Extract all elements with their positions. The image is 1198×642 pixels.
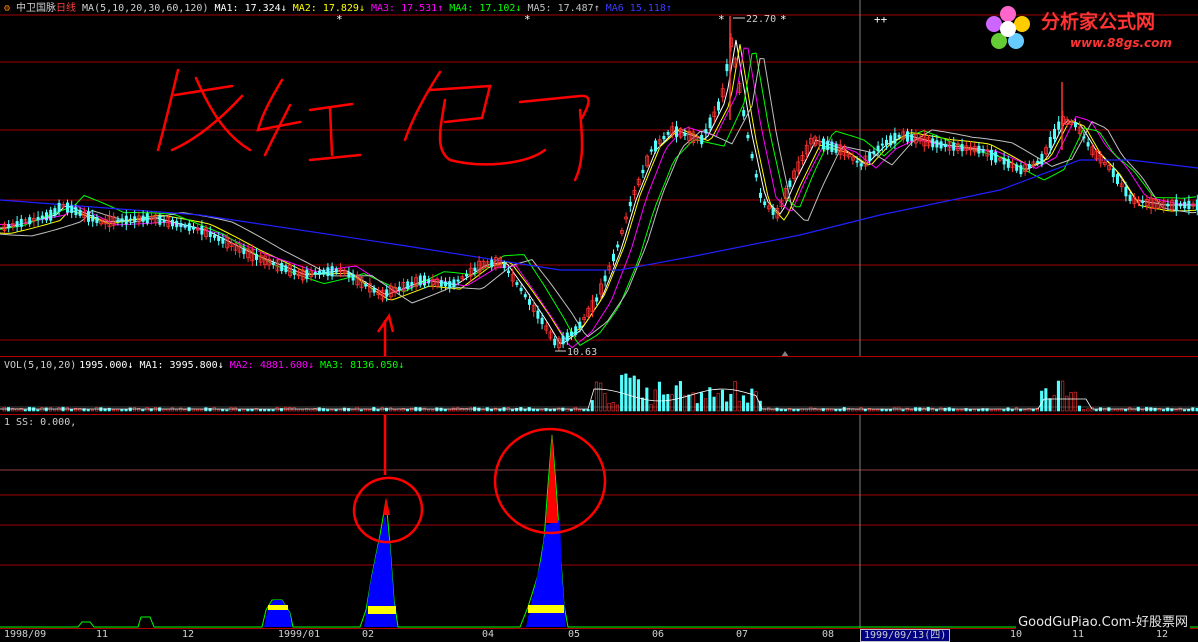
- indicator-chart[interactable]: [0, 415, 1198, 629]
- date-tick: 11: [96, 629, 109, 640]
- logo-title: 分析家公式网: [1041, 10, 1155, 33]
- handwritten-annotation: [156, 68, 590, 182]
- logo-url: www.88gs.com: [1070, 36, 1172, 50]
- low-price-label: 10.63: [567, 347, 597, 356]
- indicator-panel[interactable]: 1 SS: 0.000,: [0, 414, 1198, 629]
- flower-logo-icon: 分析家公式网 www.88gs.com: [986, 6, 1172, 50]
- date-tick: 06: [652, 629, 665, 640]
- date-tick: 07: [736, 629, 749, 640]
- date-tick: 12: [1156, 629, 1169, 640]
- site-logo: 分析家公式网 www.88gs.com: [986, 4, 1192, 56]
- volume-chart[interactable]: [0, 357, 1198, 415]
- date-tick: 10: [1010, 629, 1023, 640]
- high-price-label: 22.70: [746, 14, 776, 25]
- date-tick: 02: [362, 629, 375, 640]
- event-marker[interactable]: *: [718, 13, 725, 26]
- ma-line: [0, 57, 1197, 338]
- date-tick: 12: [182, 629, 195, 640]
- date-tick: 1999/01: [278, 629, 321, 640]
- date-tick: 08: [822, 629, 835, 640]
- volume-panel[interactable]: VOL(5,10,20) 1995.000↓ MA1: 3995.800↓ MA2: …: [0, 356, 1198, 415]
- event-marker[interactable]: ++: [874, 13, 888, 26]
- watermark: GoodGuPiao.Com-好股票网: [1016, 611, 1190, 630]
- cursor-date-box: 1999/09/13(四): [860, 629, 951, 642]
- event-marker[interactable]: *: [336, 13, 343, 26]
- event-marker[interactable]: *: [780, 13, 787, 26]
- date-tick: 04: [482, 629, 495, 640]
- date-tick: 05: [568, 629, 581, 640]
- ma6-line: [0, 159, 1198, 271]
- date-tick: 11: [1072, 629, 1085, 640]
- event-marker[interactable]: *: [524, 13, 531, 26]
- date-tick: 1998/09: [4, 629, 47, 640]
- ma-line: [0, 44, 1197, 339]
